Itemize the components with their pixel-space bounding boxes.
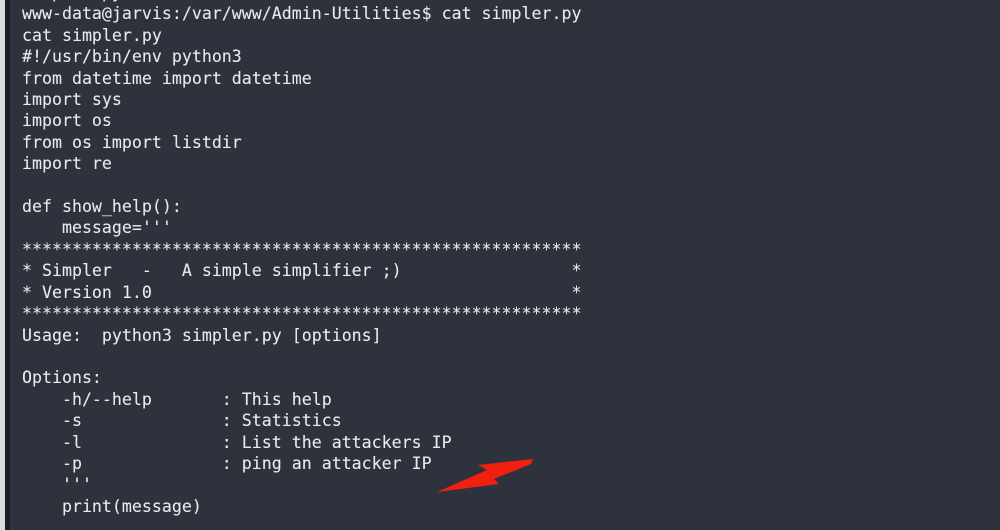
terminal-viewport[interactable]: simpler.py www-data@jarvis:/var/www/Admi… <box>10 0 1000 530</box>
terminal-window: simpler.py www-data@jarvis:/var/www/Admi… <box>0 0 1000 530</box>
terminal-output: simpler.py www-data@jarvis:/var/www/Admi… <box>22 0 582 516</box>
